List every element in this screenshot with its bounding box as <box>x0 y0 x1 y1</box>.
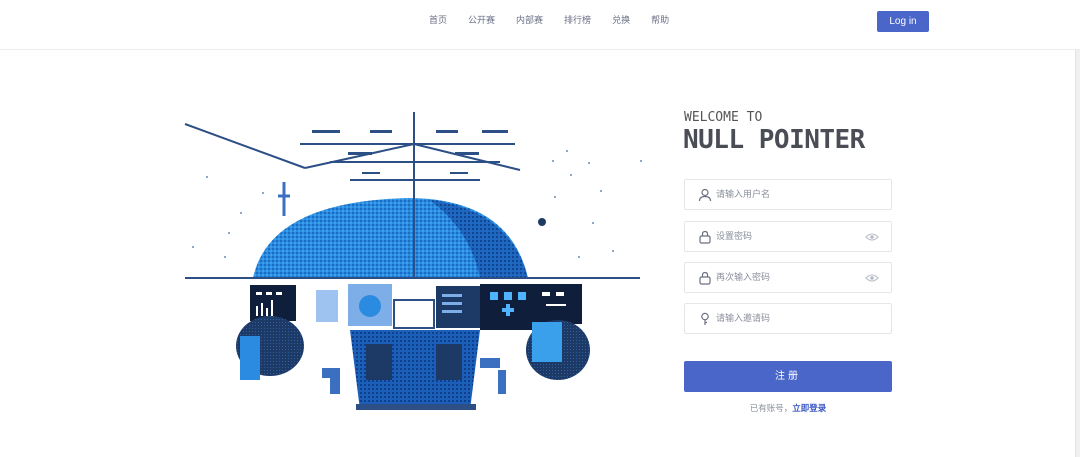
eye-icon[interactable] <box>865 232 879 242</box>
login-now-link[interactable]: 立即登录 <box>792 404 826 414</box>
username-field[interactable] <box>684 179 892 210</box>
register-button[interactable]: 注册 <box>684 361 892 392</box>
brand-title: NULL POINTER <box>683 125 865 155</box>
right-console <box>436 286 482 328</box>
center-screen <box>393 299 435 329</box>
eye-icon[interactable] <box>865 273 879 283</box>
nav-item-public-contest[interactable]: 公开赛 <box>468 15 495 27</box>
nav-item-home[interactable]: 首页 <box>429 15 447 27</box>
nav-item-redeem[interactable]: 兑换 <box>612 15 630 27</box>
login-prompt: 已有账号，立即登录 <box>684 402 892 414</box>
antenna <box>278 182 290 216</box>
invite-code-field[interactable] <box>684 303 892 334</box>
nav-item-leaderboard[interactable]: 排行榜 <box>564 15 591 27</box>
password-input[interactable] <box>716 228 866 246</box>
small-moon <box>538 218 546 226</box>
lock-icon <box>699 271 711 285</box>
main-nav: 首页 公开赛 内部赛 排行榜 兑换 帮助 <box>429 15 690 27</box>
login-prompt-text: 已有账号， <box>749 404 793 414</box>
cockpit-illustration <box>184 112 642 410</box>
welcome-text: WELCOME TO <box>684 110 763 125</box>
page-scrollbar[interactable] <box>1075 50 1080 457</box>
ceiling-panels <box>312 130 508 174</box>
username-input[interactable] <box>716 186 866 204</box>
nav-item-help[interactable]: 帮助 <box>651 15 669 27</box>
user-icon <box>698 188 712 202</box>
key-icon <box>701 312 709 325</box>
top-navbar: 首页 公开赛 内部赛 排行榜 兑换 帮助 Log in <box>0 0 1080 50</box>
confirm-password-input[interactable] <box>716 269 866 287</box>
bottle-device <box>316 290 338 322</box>
confirm-password-field[interactable] <box>684 262 892 293</box>
login-button[interactable]: Log in <box>877 11 929 32</box>
nav-item-internal-contest[interactable]: 内部赛 <box>516 15 543 27</box>
lock-icon <box>699 230 711 244</box>
password-field[interactable] <box>684 221 892 252</box>
invite-code-input[interactable] <box>716 310 866 328</box>
